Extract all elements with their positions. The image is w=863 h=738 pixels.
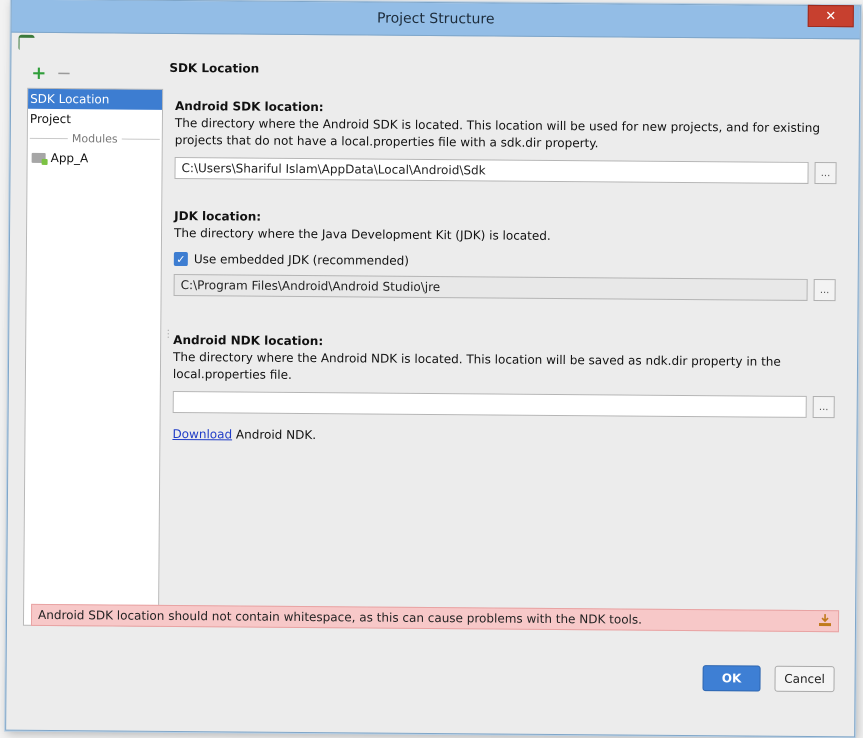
android-ndk-path-field[interactable] xyxy=(172,390,807,418)
error-message: Android SDK location should not contain … xyxy=(37,607,643,627)
modules-header-label: Modules xyxy=(71,132,118,146)
android-ndk-description: The directory where the Android NDK is l… xyxy=(172,349,781,382)
sidebar-item-module[interactable]: App_A xyxy=(28,148,162,169)
module-folder-icon xyxy=(31,152,46,163)
jdk-section: JDK location: The directory where the Ja… xyxy=(173,209,837,302)
add-icon[interactable]: + xyxy=(31,63,46,84)
android-ndk-section: Android NDK location: The directory wher… xyxy=(172,333,835,446)
android-sdk-description: The directory where the Android SDK is l… xyxy=(174,115,821,151)
embedded-jdk-checkbox-label[interactable]: Use embedded JDK (recommended) xyxy=(194,252,409,268)
download-ndk-suffix: Android NDK. xyxy=(232,427,317,443)
nav-toolbar: + − xyxy=(31,63,71,84)
android-ndk-browse-button[interactable]: ... xyxy=(812,395,835,419)
modules-group-header: Modules xyxy=(28,129,162,149)
sidebar: SDK Location Project Modules App_A xyxy=(22,87,164,627)
sidebar-item-project[interactable]: Project xyxy=(28,109,162,130)
window-title: Project Structure xyxy=(376,10,495,28)
download-ndk-row: Download Android NDK. xyxy=(172,427,834,446)
android-sdk-browse-button[interactable]: ... xyxy=(814,161,837,185)
download-icon[interactable] xyxy=(818,613,832,627)
module-label: App_A xyxy=(50,150,89,166)
download-ndk-link[interactable]: Download xyxy=(172,427,232,441)
jdk-browse-button[interactable]: ... xyxy=(813,278,836,302)
android-sdk-section: Android SDK location: The directory wher… xyxy=(174,99,837,185)
jdk-path-field[interactable]: C:\Program Files\Android\Android Studio\… xyxy=(173,273,808,301)
ok-button[interactable]: OK xyxy=(702,665,761,692)
sidebar-item-sdk-location[interactable]: SDK Location xyxy=(28,88,163,110)
remove-icon[interactable]: − xyxy=(56,63,71,84)
embedded-jdk-checkbox[interactable]: ✓ xyxy=(173,251,188,267)
title-bar[interactable]: Project Structure ✕ xyxy=(11,0,860,40)
jdk-description: The directory where the Java Development… xyxy=(173,225,551,243)
cancel-button[interactable]: Cancel xyxy=(774,665,835,693)
panel-title: SDK Location xyxy=(169,60,260,76)
project-structure-window: Project Structure ✕ + − SDK Location Pro… xyxy=(5,0,861,738)
close-button[interactable]: ✕ xyxy=(807,4,854,28)
android-sdk-path-field[interactable]: C:\Users\Shariful Islam\AppData\Local\An… xyxy=(174,156,809,184)
